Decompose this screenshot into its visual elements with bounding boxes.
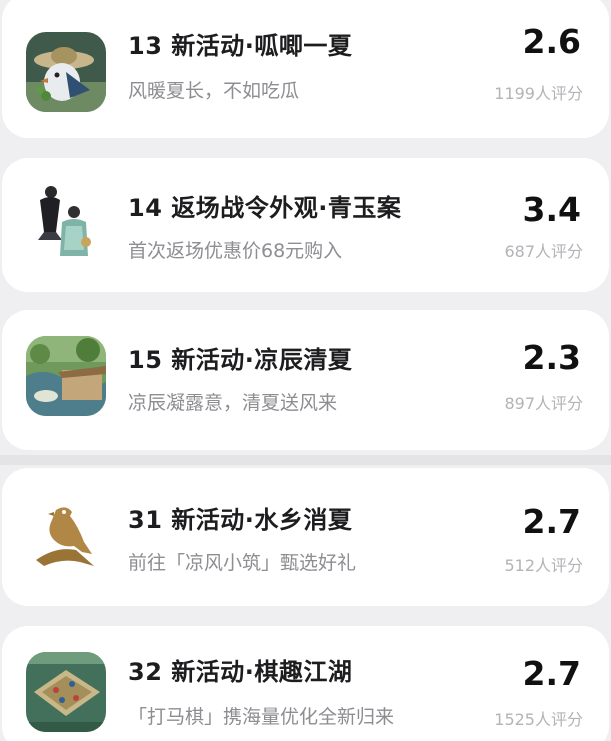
- rating-score: 2.7: [522, 502, 581, 541]
- rating-score: 2.6: [522, 22, 581, 61]
- activity-subtitle: 「打马棋」携海量优化全新归来: [128, 706, 395, 728]
- summer-scene-icon: [26, 336, 106, 416]
- rating-score: 2.7: [522, 654, 581, 693]
- activity-subtitle: 风暖夏长，不如吃瓜: [128, 80, 300, 102]
- activity-title: 32 新活动·棋趣江湖: [128, 658, 353, 686]
- activity-card-32[interactable]: 32 新活动·棋趣江湖 「打马棋」携海量优化全新归来 2.7 1525人评分: [2, 626, 609, 741]
- activity-card-14[interactable]: 14 返场战令外观·青玉案 首次返场优惠价68元购入 3.4 687人评分: [2, 158, 609, 292]
- rating-score: 3.4: [522, 190, 581, 229]
- activity-card-15[interactable]: 15 新活动·凉辰清夏 凉辰凝露意，清夏送风来 2.3 897人评分: [2, 310, 609, 450]
- rating-count: 897人评分: [504, 394, 583, 413]
- rating-count: 1525人评分: [494, 710, 583, 729]
- chess-board-icon: [26, 652, 106, 732]
- activity-title: 13 新活动·呱唧一夏: [128, 32, 353, 60]
- rating-count: 512人评分: [504, 556, 583, 575]
- activity-subtitle: 凉辰凝露意，清夏送风来: [128, 392, 338, 414]
- golden-bird-icon: [26, 496, 106, 576]
- rating-score: 2.3: [522, 338, 581, 377]
- costume-characters-icon: [26, 180, 106, 260]
- activity-subtitle: 前往「凉风小筑」甄选好礼: [128, 552, 357, 574]
- activity-title: 15 新活动·凉辰清夏: [128, 346, 353, 374]
- activity-title: 14 返场战令外观·青玉案: [128, 194, 402, 222]
- activity-card-13[interactable]: 13 新活动·呱唧一夏 风暖夏长，不如吃瓜 2.6 1199人评分: [2, 0, 609, 138]
- bird-hat-icon: [26, 32, 106, 112]
- activity-subtitle: 首次返场优惠价68元购入: [128, 240, 343, 262]
- activity-title: 31 新活动·水乡消夏: [128, 506, 353, 534]
- activity-card-31[interactable]: 31 新活动·水乡消夏 前往「凉风小筑」甄选好礼 2.7 512人评分: [2, 468, 609, 606]
- section-divider: [0, 455, 611, 465]
- activity-rating-list: 13 新活动·呱唧一夏 风暖夏长，不如吃瓜 2.6 1199人评分 14 返场战…: [0, 0, 611, 741]
- rating-count: 687人评分: [504, 242, 583, 261]
- rating-count: 1199人评分: [494, 84, 583, 103]
